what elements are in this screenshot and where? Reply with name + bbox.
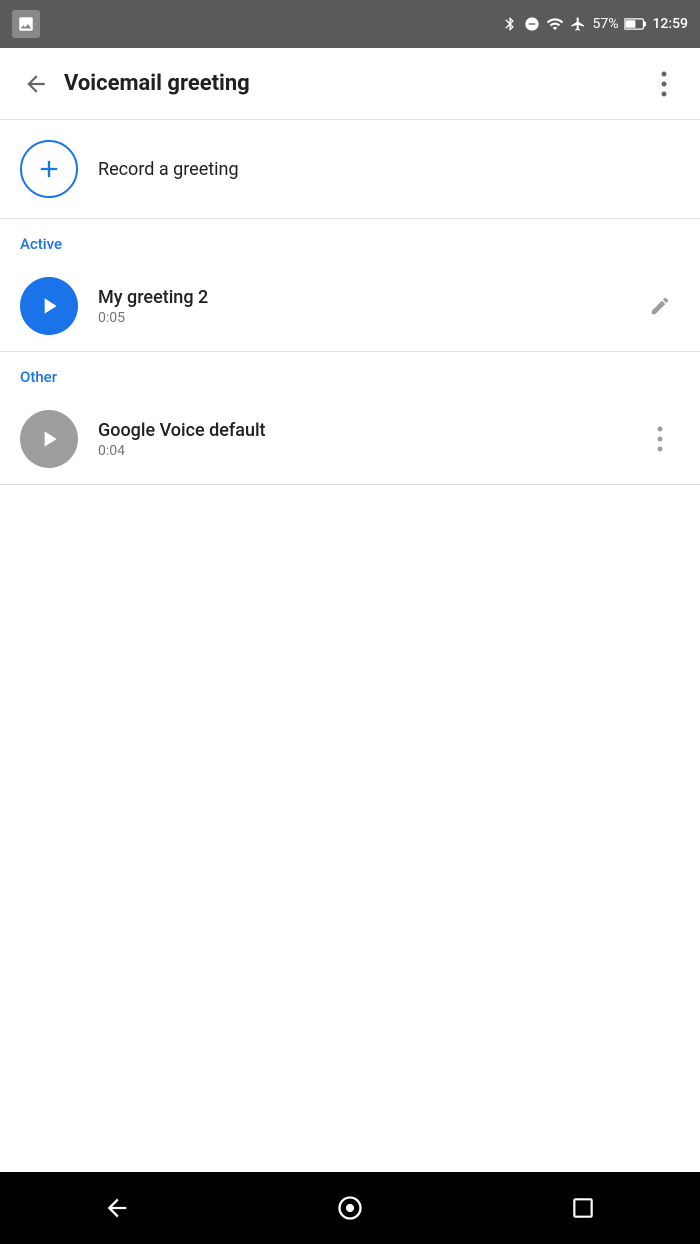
record-greeting-label: Record a greeting xyxy=(98,159,239,180)
edit-button-active[interactable] xyxy=(640,286,680,326)
wifi-icon xyxy=(546,15,564,33)
play-icon-active xyxy=(36,293,62,319)
greeting-row-other: Google Voice default 0:04 xyxy=(0,394,700,485)
other-section-header: Other xyxy=(0,352,700,394)
record-greeting-row[interactable]: Record a greeting xyxy=(0,120,700,219)
play-button-active[interactable] xyxy=(20,277,78,335)
nav-back-button[interactable] xyxy=(87,1178,147,1238)
greeting-duration-other: 0:04 xyxy=(98,443,640,459)
airplane-icon xyxy=(570,16,586,32)
more-options-button[interactable] xyxy=(644,64,684,104)
app-bar: Voicemail greeting xyxy=(0,48,700,120)
greeting-info-other: Google Voice default 0:04 xyxy=(98,420,640,459)
battery-icon xyxy=(624,17,646,31)
page-title: Voicemail greeting xyxy=(64,71,644,96)
greeting-name-other: Google Voice default xyxy=(98,420,640,441)
edit-icon xyxy=(649,295,671,317)
nav-home-button[interactable] xyxy=(320,1178,380,1238)
greeting-name-active: My greeting 2 xyxy=(98,287,640,308)
more-options-other-button[interactable] xyxy=(640,419,680,459)
photo-icon xyxy=(12,10,40,38)
battery-percent: 57% xyxy=(592,16,618,32)
back-button[interactable] xyxy=(16,64,56,104)
bluetooth-icon xyxy=(502,16,518,32)
play-icon-other xyxy=(36,426,62,452)
status-time: 12:59 xyxy=(652,16,688,32)
greeting-row-active: My greeting 2 0:05 xyxy=(0,261,700,352)
dnd-icon xyxy=(524,16,540,32)
play-button-other[interactable] xyxy=(20,410,78,468)
status-bar: 57% 12:59 xyxy=(0,0,700,48)
record-icon-circle xyxy=(20,140,78,198)
status-bar-left xyxy=(12,10,40,38)
plus-icon xyxy=(35,155,63,183)
greeting-duration-active: 0:05 xyxy=(98,310,640,326)
greeting-info-active: My greeting 2 0:05 xyxy=(98,287,640,326)
nav-bar xyxy=(0,1172,700,1244)
content-area: Record a greeting Active My greeting 2 0… xyxy=(0,120,700,1172)
nav-recents-button[interactable] xyxy=(553,1178,613,1238)
more-icon-other xyxy=(657,426,663,452)
status-bar-right: 57% 12:59 xyxy=(502,15,688,33)
active-section-header: Active xyxy=(0,219,700,261)
